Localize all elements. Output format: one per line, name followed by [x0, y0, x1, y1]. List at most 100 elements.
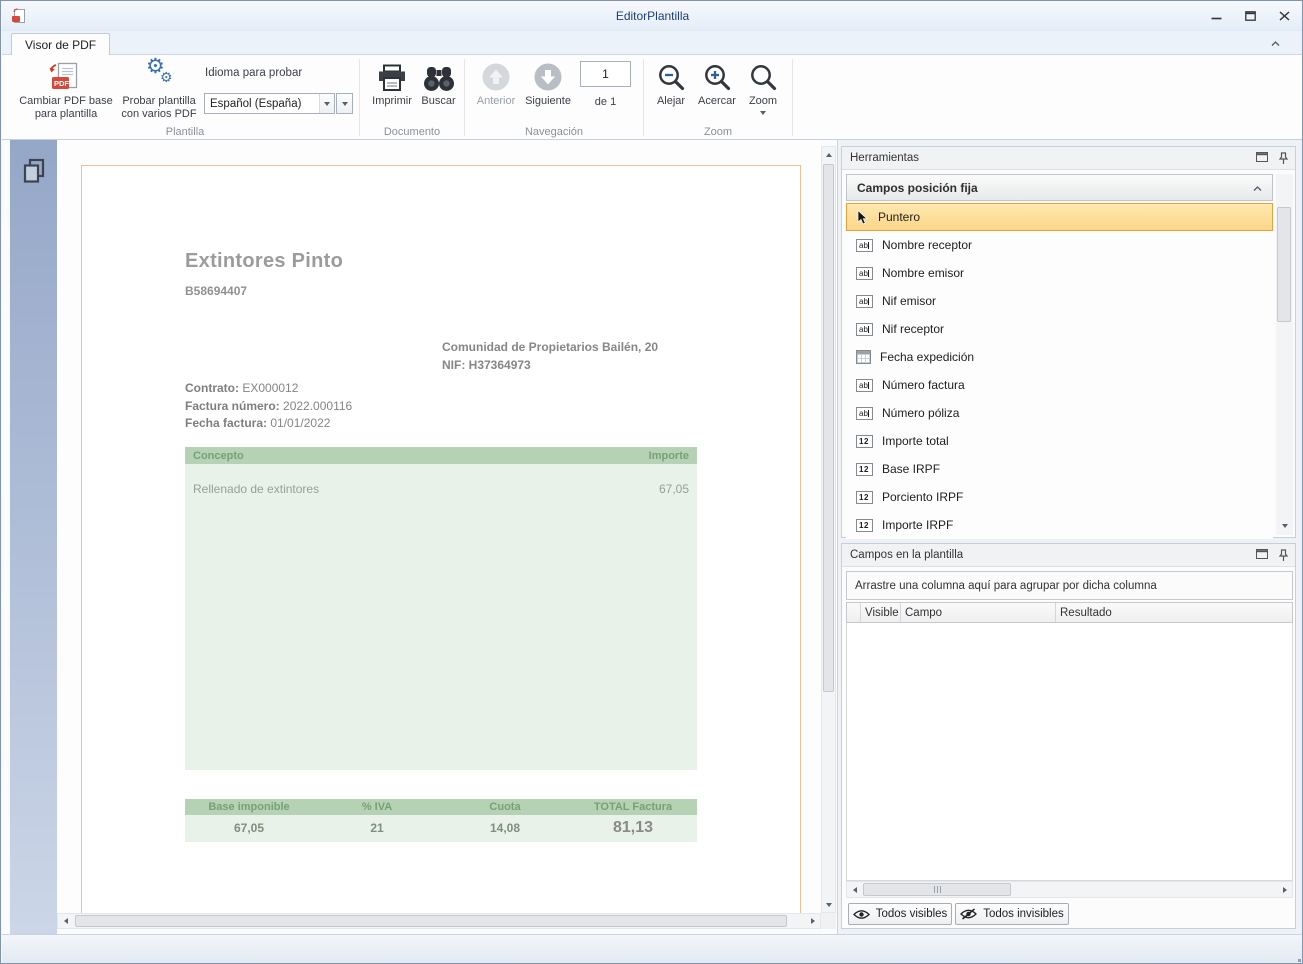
change-base-pdf-button[interactable]: PDF Cambiar PDF base para plantilla [16, 58, 116, 122]
close-button[interactable] [1271, 6, 1297, 26]
tools-scroll-down-button[interactable] [1276, 518, 1293, 533]
value-cuota: 14,08 [441, 815, 569, 842]
tool-item-importe-irpf[interactable]: Importe IRPF [846, 511, 1273, 539]
value-base-imponible: 67,05 [185, 815, 313, 842]
tool-item-nif-emisor[interactable]: Nif emisor [846, 287, 1273, 315]
scroll-down-button[interactable] [822, 897, 835, 912]
tool-item-nombre-receptor[interactable]: Nombre receptor [846, 231, 1273, 259]
pages-icon [20, 158, 48, 185]
zoom-in-button[interactable]: Acercar [695, 58, 739, 122]
viewer-horizontal-scrollbar[interactable] [57, 913, 821, 929]
tool-item-label: Importe IRPF [882, 518, 953, 532]
tab-bar: Visor de PDF [2, 31, 1303, 55]
all-visible-button[interactable]: Todos visibles [848, 903, 952, 925]
group-label-navegacion: Navegación [465, 126, 643, 138]
tools-group-campos-posicion-fija[interactable]: Campos posición fija [846, 174, 1273, 201]
printer-icon [376, 60, 408, 92]
column-header-campo[interactable]: Campo [901, 603, 1056, 622]
chevron-down-icon [760, 111, 766, 115]
collapse-group-button[interactable] [1253, 181, 1262, 195]
tool-item-fecha-expedicion[interactable]: Fecha expedición [846, 343, 1273, 371]
tool-item-importe-total[interactable]: Importe total [846, 427, 1273, 455]
tools-scroll-thumb[interactable] [1277, 207, 1291, 322]
language-select[interactable]: Español (España) [204, 93, 335, 114]
minimize-icon [1211, 11, 1222, 21]
zoom-dropdown-button[interactable]: Zoom [742, 58, 784, 130]
search-button[interactable]: Buscar [416, 58, 461, 122]
number-field-icon [856, 435, 873, 448]
tool-item-label: Importe total [882, 434, 949, 448]
page-number-input[interactable] [580, 61, 631, 87]
invoice-number-label: Factura número: [185, 399, 280, 413]
column-label: Resultado [1060, 607, 1112, 619]
group-by-drop-zone[interactable]: Arrastre una columna aquí para agrupar p… [846, 571, 1293, 600]
print-label: Imprimir [372, 95, 412, 108]
dock-panel-button[interactable] [1256, 549, 1268, 565]
previous-page-button[interactable]: Anterior [472, 58, 520, 122]
eye-off-icon [960, 908, 977, 920]
close-icon [1279, 11, 1290, 21]
pages-panel-button[interactable] [19, 156, 49, 186]
tools-panel: Herramientas Campos posición fija Punter… [841, 146, 1296, 538]
grid-horizontal-scrollbar[interactable] [846, 881, 1293, 898]
pin-panel-button[interactable] [1278, 549, 1289, 565]
invoice-number-line: Factura número: 2022.000116 [185, 398, 352, 416]
tab-visor-de-pdf[interactable]: Visor de PDF [11, 33, 110, 56]
ribbon-group-zoom: Alejar Acercar Zoom Zoom [644, 55, 792, 140]
item-concept: Rellenado de extintores [193, 482, 319, 496]
chevron-up-icon [1253, 186, 1262, 192]
next-page-button[interactable]: Siguiente [524, 58, 572, 122]
maximize-button[interactable] [1237, 6, 1263, 26]
scroll-left-button[interactable] [847, 882, 862, 897]
value-iva: 21 [313, 815, 441, 842]
tool-item-nif-receptor[interactable]: Nif receptor [846, 315, 1273, 343]
tool-item-numero-factura[interactable]: Número factura [846, 371, 1273, 399]
pdf-page[interactable]: Extintores Pinto B58694407 Comunidad de … [81, 165, 801, 913]
all-invisible-button[interactable]: Todos invisibles [955, 903, 1069, 925]
language-dropdown-button[interactable] [336, 93, 353, 114]
viewer-vertical-scrollbar[interactable] [821, 146, 836, 913]
zoom-out-button[interactable]: Alejar [649, 58, 693, 122]
language-label: Idioma para probar [205, 67, 302, 79]
grid-scroll-thumb[interactable] [863, 883, 1011, 896]
ribbon-separator [792, 59, 793, 136]
window-icon [1256, 152, 1268, 162]
vertical-scroll-thumb[interactable] [823, 164, 834, 692]
scroll-up-button[interactable] [822, 147, 835, 162]
text-field-icon [856, 295, 873, 308]
minimize-button[interactable] [1203, 6, 1229, 26]
tool-item-nombre-emisor[interactable]: Nombre emisor [846, 259, 1273, 287]
tab-label: Visor de PDF [25, 38, 96, 52]
test-template-button[interactable]: ⚙ ⚙ Probar plantilla con varios PDF [118, 58, 200, 122]
scroll-left-button[interactable] [58, 914, 73, 928]
invoice-items-table: Concepto Importe Rellenado de extintores… [185, 447, 697, 770]
ribbon-collapse-button[interactable] [1265, 36, 1285, 52]
window-title: EditorPlantilla [2, 9, 1303, 23]
invoice-company-id: B58694407 [185, 284, 247, 298]
triangle-up-icon [826, 153, 832, 157]
grid-body-empty [846, 623, 1293, 881]
text-field-icon [856, 267, 873, 280]
tool-item-porciento-irpf[interactable]: Porciento IRPF [846, 483, 1273, 511]
item-amount: 67,05 [659, 482, 689, 496]
status-bar [2, 934, 1303, 964]
dock-panel-button[interactable] [1256, 152, 1268, 168]
tools-panel-header: Herramientas [842, 147, 1295, 170]
tool-item-numero-poliza[interactable]: Número póliza [846, 399, 1273, 427]
pin-panel-button[interactable] [1278, 152, 1289, 168]
horizontal-scroll-thumb[interactable] [75, 915, 787, 927]
pin-icon [1278, 549, 1289, 562]
triangle-right-icon [1283, 887, 1287, 893]
resize-grip[interactable] [1294, 955, 1297, 958]
tool-item-puntero[interactable]: Puntero [846, 203, 1273, 231]
tools-scrollbar[interactable] [1276, 174, 1293, 535]
pdf-document-icon: PDF [49, 60, 83, 92]
recipient-name: Comunidad de Propietarios Bailén, 20 [442, 338, 658, 356]
tool-item-base-irpf[interactable]: Base IRPF [846, 455, 1273, 483]
column-header-resultado[interactable]: Resultado [1056, 603, 1292, 622]
scroll-right-button[interactable] [1277, 882, 1292, 897]
zoom-label-text: Acercar [698, 95, 736, 108]
scroll-right-button[interactable] [805, 914, 820, 928]
print-button[interactable]: Imprimir [369, 58, 415, 122]
column-header-visible[interactable]: Visible [861, 603, 901, 622]
